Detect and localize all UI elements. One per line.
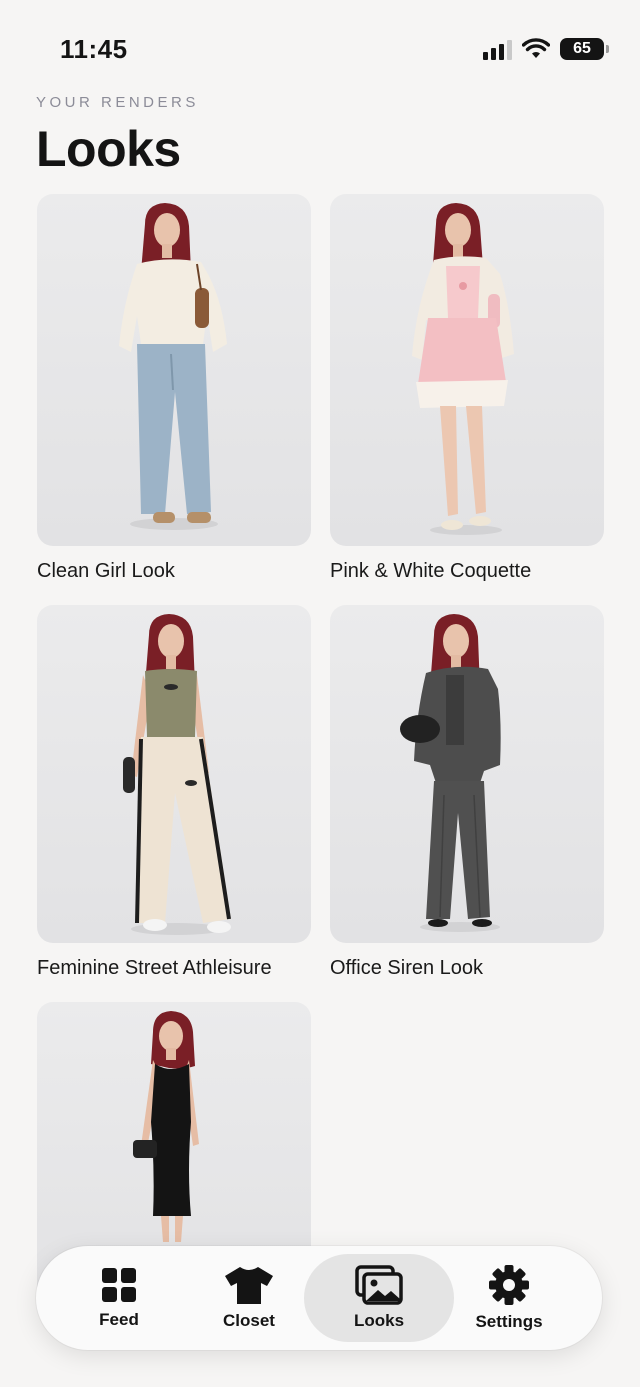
- grid-icon: [102, 1268, 136, 1302]
- tab-closet[interactable]: Closet: [174, 1254, 324, 1342]
- tab-label: Closet: [223, 1311, 275, 1330]
- bottom-tab-bar: Feed Closet Looks Settings: [36, 1246, 602, 1350]
- tab-label: Feed: [99, 1310, 139, 1329]
- wifi-icon: [522, 38, 550, 58]
- look-card[interactable]: Feminine Street Athleisure: [37, 605, 311, 980]
- gear-icon: [489, 1265, 529, 1305]
- look-thumbnail: [37, 605, 311, 943]
- page-title: Looks: [36, 121, 181, 177]
- tab-looks[interactable]: Looks: [304, 1254, 454, 1342]
- look-thumbnail: [330, 194, 604, 546]
- look-card[interactable]: Pink & White Coquette: [330, 194, 604, 583]
- battery-indicator: 65: [560, 38, 609, 60]
- images-icon: [355, 1265, 403, 1305]
- look-card[interactable]: Clean Girl Look: [37, 194, 311, 583]
- tab-settings[interactable]: Settings: [434, 1254, 584, 1342]
- look-card[interactable]: Office Siren Look: [330, 605, 604, 980]
- look-title: Office Siren Look: [330, 957, 484, 979]
- look-title: Clean Girl Look: [37, 560, 175, 582]
- status-time: 11:45: [60, 34, 128, 64]
- status-icons: 65: [483, 38, 609, 60]
- tshirt-icon: [225, 1267, 273, 1304]
- tab-feed[interactable]: Feed: [44, 1254, 194, 1342]
- look-thumbnail: [330, 605, 604, 943]
- cellular-signal-icon: [483, 38, 512, 60]
- look-thumbnail: [37, 194, 311, 546]
- look-title: Pink & White Coquette: [330, 560, 532, 582]
- looks-screen: 11:45 65 YOUR RENDERS Looks Clean Girl L…: [0, 0, 640, 1387]
- look-title: Feminine Street Athleisure: [37, 957, 272, 979]
- tab-label: Settings: [475, 1312, 543, 1331]
- tab-label: Looks: [353, 1311, 405, 1330]
- section-eyebrow: YOUR RENDERS: [36, 94, 199, 111]
